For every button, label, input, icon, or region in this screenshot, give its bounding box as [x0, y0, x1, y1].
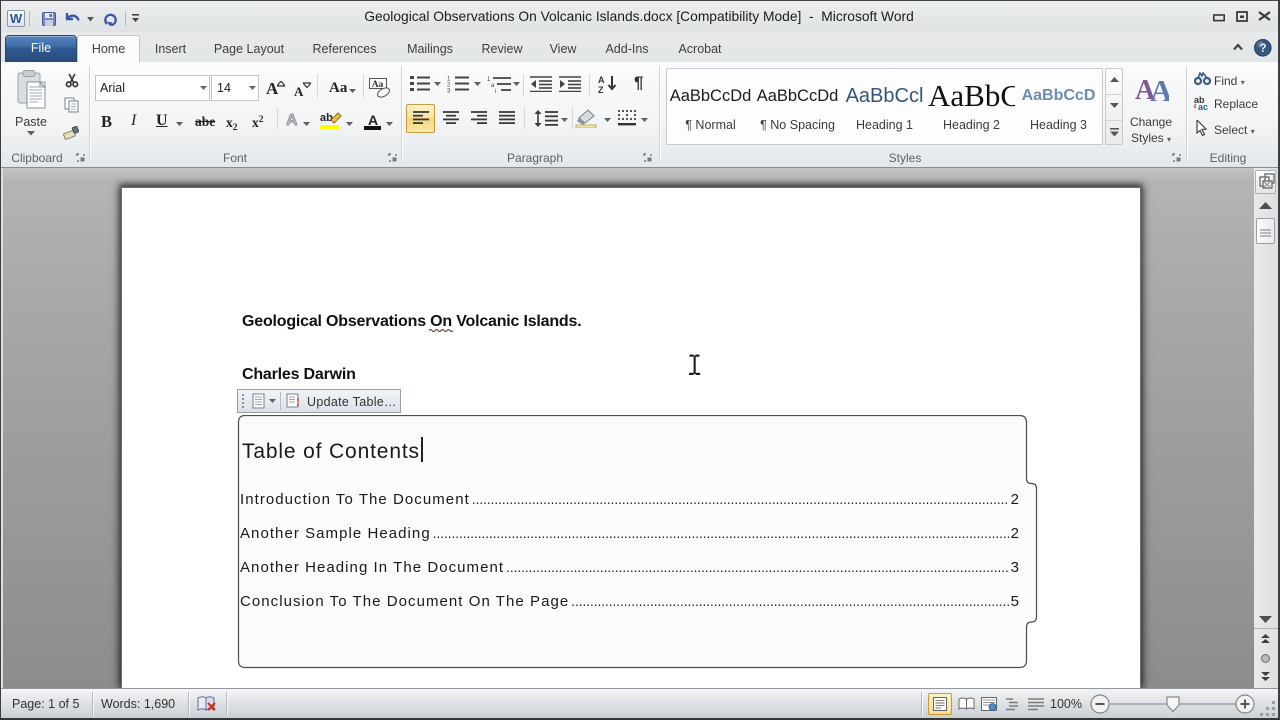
svg-text:3: 3: [447, 89, 451, 94]
svg-text:Z: Z: [598, 85, 604, 94]
svg-text:!: !: [296, 395, 300, 409]
svg-text:?: ?: [1259, 43, 1266, 55]
svg-text:A: A: [598, 75, 605, 85]
svg-text:A: A: [1150, 73, 1169, 103]
svg-text:i: i: [495, 89, 496, 93]
svg-text:ac: ac: [1198, 102, 1208, 110]
svg-text:Aa: Aa: [372, 80, 384, 90]
